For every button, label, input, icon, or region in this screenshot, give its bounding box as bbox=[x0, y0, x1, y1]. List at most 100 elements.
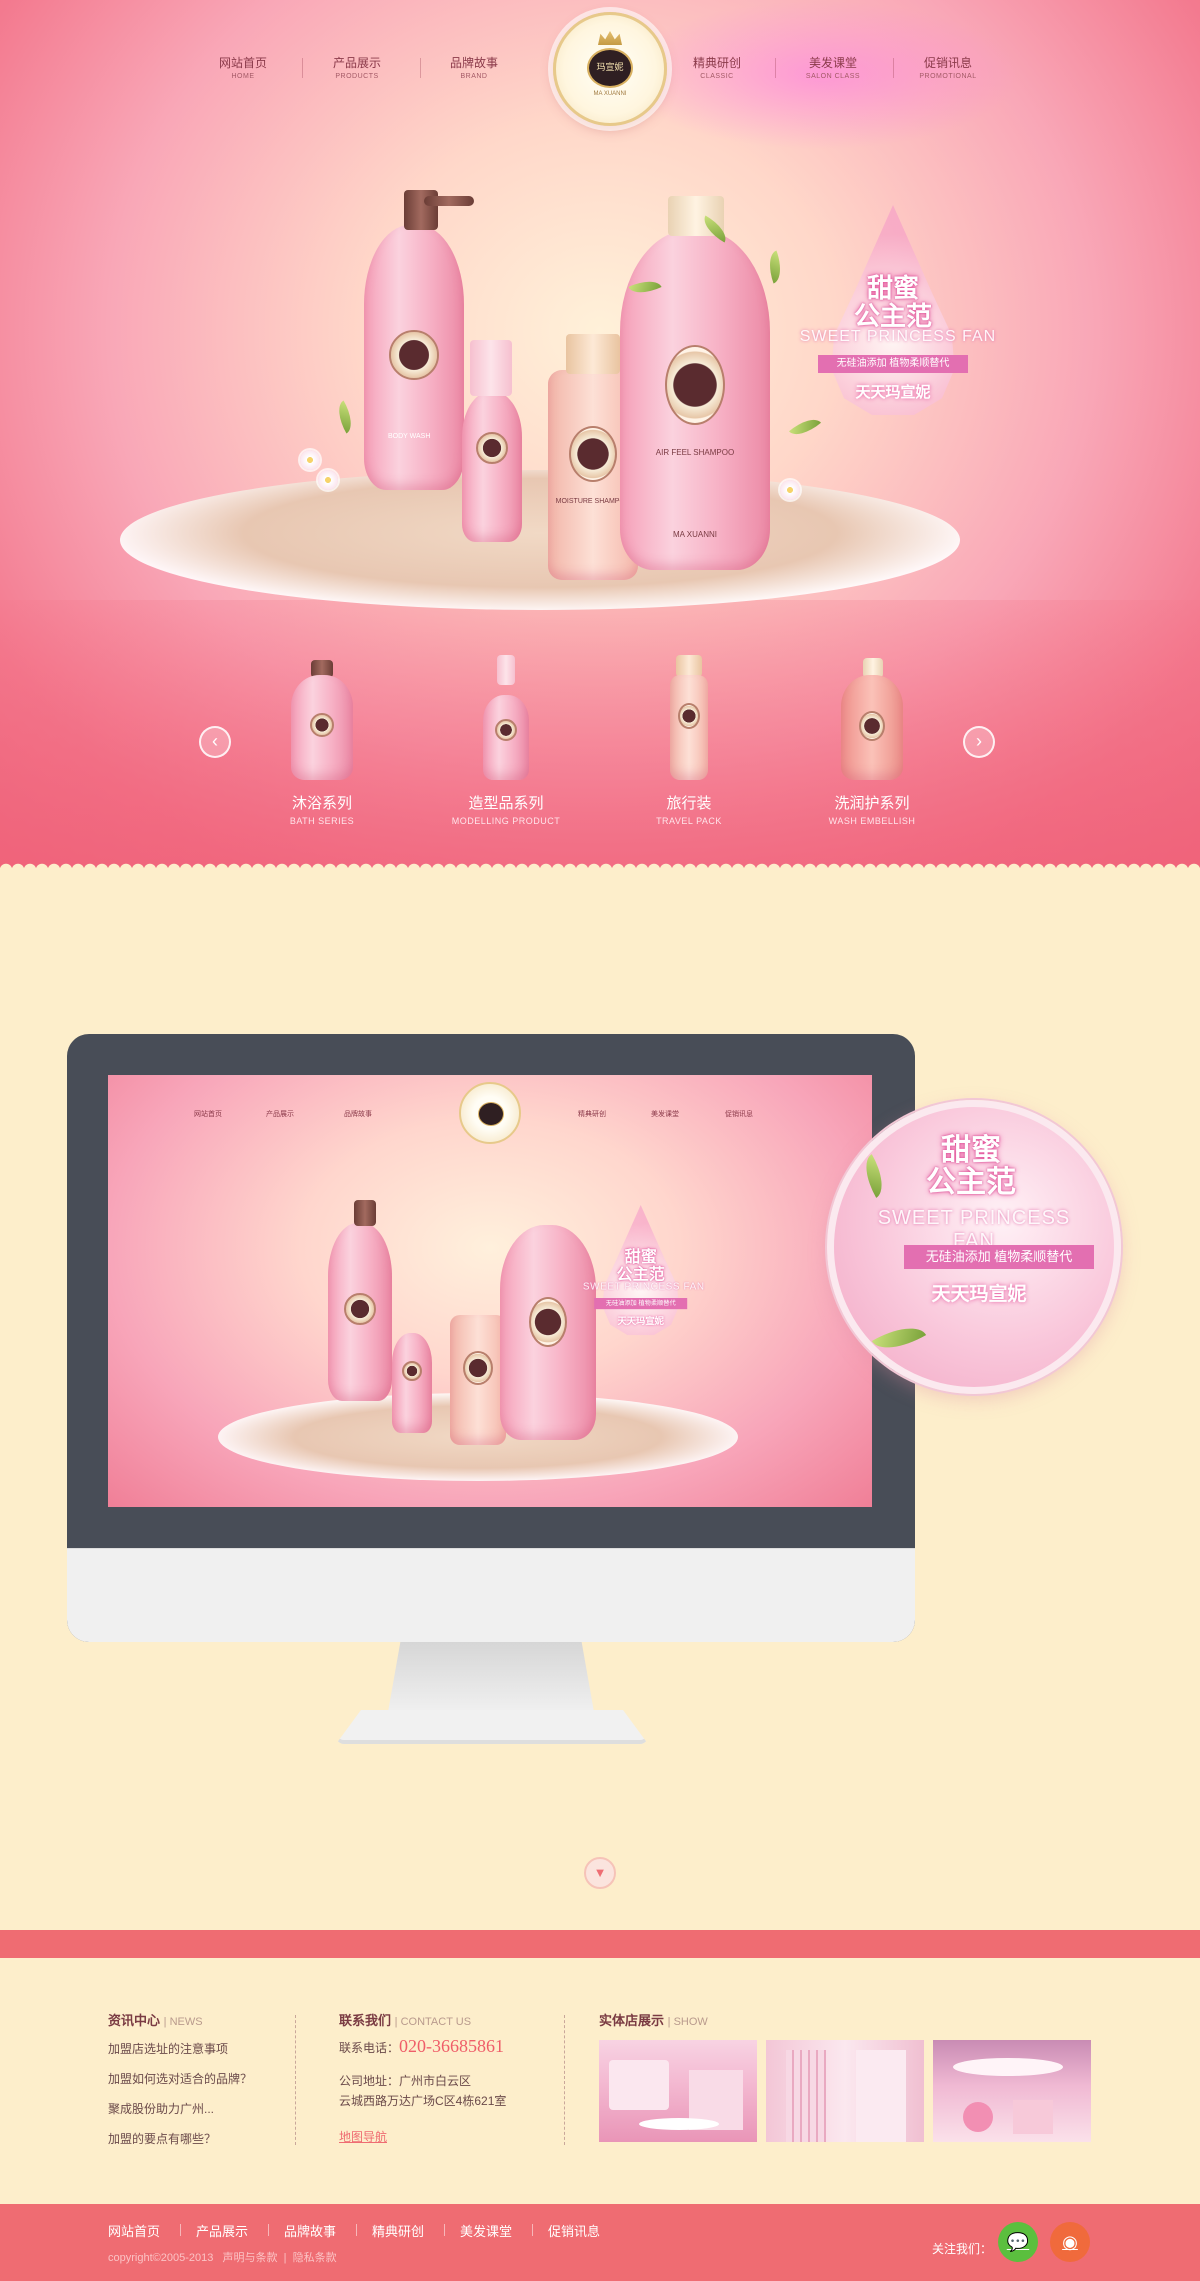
monitor-chin bbox=[67, 1548, 915, 1642]
chevron-right-icon: › bbox=[976, 731, 982, 751]
nav-salon-class[interactable]: 美发课堂 SALON CLASS bbox=[773, 54, 893, 80]
news-link[interactable]: 加盟的要点有哪些？ bbox=[108, 2130, 216, 2147]
footer-nav-classic[interactable]: 精典研创 bbox=[372, 2221, 424, 2240]
monitor-mockup: 网站首页 产品展示 品牌故事 精典研创 美发课堂 促销讯息 甜蜜 公主范 SWEE… bbox=[67, 1034, 915, 1642]
nav-products-label: 产品展示 bbox=[332, 56, 381, 70]
leaf-decoration bbox=[789, 411, 821, 443]
footer-nav-salon-class[interactable]: 美发课堂 bbox=[460, 2221, 512, 2240]
footer-nav-brand[interactable]: 品牌故事 bbox=[284, 2221, 336, 2240]
screen-promo-drop: 甜蜜 公主范 SWEET PRINCESS FAN 无硅油添加 植物柔顺替代 天天… bbox=[583, 1205, 704, 1336]
contact-address-line1: 公司地址：广州市白云区 bbox=[339, 2074, 472, 2088]
bottle-label: BODY WASH bbox=[388, 433, 431, 440]
product-subname: MODELLING PRODUCT bbox=[451, 816, 561, 826]
promo-title: 甜蜜 公主范 bbox=[808, 275, 978, 331]
footer-nav-divider bbox=[444, 2224, 445, 2236]
footer-nav-promotional[interactable]: 促销讯息 bbox=[548, 2221, 600, 2240]
promo-english: SWEET PRINCESS FAN bbox=[799, 328, 997, 345]
show-title-en: SHOW bbox=[673, 2016, 708, 2028]
product-name: 沐浴系列 bbox=[291, 795, 352, 812]
nav-classic[interactable]: 精典研创 CLASSIC bbox=[657, 54, 777, 80]
product-thumbnail bbox=[475, 655, 537, 780]
wechat-button[interactable]: 💬 bbox=[998, 2222, 1038, 2262]
leaf-decoration bbox=[763, 250, 787, 284]
footer-nav-home[interactable]: 网站首页 bbox=[108, 2221, 160, 2240]
flower-decoration bbox=[780, 480, 800, 500]
news-title: 资讯中心 | NEWS bbox=[108, 2013, 203, 2028]
shampoo-cap bbox=[566, 334, 620, 374]
privacy-link[interactable]: 隐私条款 bbox=[293, 2252, 337, 2264]
pump-nozzle bbox=[424, 196, 474, 206]
product-card-modelling[interactable]: 造型品系列 MODELLING PRODUCT bbox=[431, 655, 581, 826]
nav-promotional-sublabel: PROMOTIONAL bbox=[919, 73, 977, 80]
contact-phone: 联系电话：020-36685861 bbox=[339, 2036, 504, 2057]
product-name: 洗润护系列 bbox=[834, 795, 910, 812]
nav-products[interactable]: 产品展示 PRODUCTS bbox=[297, 54, 417, 80]
map-navigation-link[interactable]: 地图导航 bbox=[339, 2128, 387, 2145]
product-name: 旅行装 bbox=[666, 795, 712, 812]
chevron-down-icon: ▼ bbox=[593, 1865, 607, 1880]
news-link[interactable]: 加盟店选址的注意事项 bbox=[108, 2040, 228, 2057]
zoom-promo-title: 甜蜜 公主范 bbox=[926, 1133, 1016, 1200]
nav-home-label: 网站首页 bbox=[218, 56, 267, 70]
body-wash-bottle: BODY WASH bbox=[364, 225, 464, 490]
nav-brand-sublabel: BRAND bbox=[460, 73, 488, 80]
weibo-button[interactable]: ◉ bbox=[1050, 2222, 1090, 2262]
bottle-brand-label: MA XUANNI bbox=[672, 530, 717, 539]
news-link[interactable]: 加盟如何选对适合的品牌？ bbox=[108, 2070, 252, 2087]
bottle-emblem bbox=[476, 432, 508, 464]
column-divider bbox=[295, 2015, 296, 2145]
nav-promotional[interactable]: 促销讯息 PROMOTIONAL bbox=[888, 54, 1008, 80]
carousel-prev-button[interactable]: ‹ bbox=[199, 726, 231, 758]
product-card-wash[interactable]: 洗润护系列 WASH EMBELLISH bbox=[797, 655, 947, 826]
wechat-icon: 💬 bbox=[1006, 2232, 1030, 2252]
store-photo[interactable] bbox=[933, 2040, 1091, 2142]
copyright-text: copyright©2005-2013 bbox=[108, 2252, 214, 2264]
crown-icon bbox=[598, 31, 622, 45]
store-photo[interactable] bbox=[599, 2040, 757, 2142]
screen-promo-slogan: 天天玛宣妮 bbox=[617, 1315, 664, 1327]
show-title: 实体店展示 | SHOW bbox=[599, 2013, 708, 2028]
bottle-emblem bbox=[665, 345, 725, 425]
product-thumbnail bbox=[658, 655, 720, 780]
hero-banner: 网站首页 HOME 产品展示 PRODUCTS 品牌故事 BRAND 玛宣妮 M… bbox=[0, 0, 1200, 870]
footer-nav-divider bbox=[532, 2224, 533, 2236]
carousel-next-button[interactable]: › bbox=[963, 726, 995, 758]
top-navigation: 网站首页 HOME 产品展示 PRODUCTS 品牌故事 BRAND 玛宣妮 M… bbox=[0, 0, 1200, 126]
nav-classic-sublabel: CLASSIC bbox=[700, 73, 734, 80]
nav-home[interactable]: 网站首页 HOME bbox=[183, 54, 303, 80]
terms-link[interactable]: 声明与条款 bbox=[223, 2252, 278, 2264]
hero-water bbox=[0, 600, 1200, 870]
copyright: copyright©2005-2013 声明与条款 | 隐私条款 bbox=[108, 2252, 337, 2264]
nav-promotional-label: 促销讯息 bbox=[923, 56, 972, 70]
footer-nav-products[interactable]: 产品展示 bbox=[196, 2221, 248, 2240]
screen-bottle bbox=[500, 1225, 596, 1440]
footer-nav-divider bbox=[180, 2224, 181, 2236]
nav-salon-class-label: 美发课堂 bbox=[808, 56, 857, 70]
screen-nav-item: 网站首页 bbox=[194, 1111, 222, 1118]
follow-us-label: 关注我们： bbox=[932, 2242, 993, 2256]
store-photo[interactable] bbox=[766, 2040, 924, 2142]
product-card-travel[interactable]: 旅行装 TRAVEL PACK bbox=[614, 655, 764, 826]
screen-nav-item: 美发课堂 bbox=[651, 1111, 679, 1118]
screen-promo-title: 甜蜜 公主范 bbox=[616, 1247, 665, 1284]
news-link[interactable]: 聚成股份助力广州... bbox=[108, 2100, 214, 2117]
product-thumbnail bbox=[291, 655, 353, 780]
weibo-icon: ◉ bbox=[1062, 2232, 1078, 2252]
brand-logo[interactable]: 玛宣妮 MA XUANNI bbox=[553, 12, 667, 126]
scroll-down-button[interactable]: ▼ bbox=[584, 1857, 616, 1889]
promo-slogan: 天天玛宣妮 bbox=[855, 384, 931, 401]
product-subname: WASH EMBELLISH bbox=[828, 816, 916, 826]
leaf-decoration bbox=[871, 1315, 927, 1361]
contact-title-en: CONTACT US bbox=[400, 2016, 472, 2028]
monitor-screen: 网站首页 产品展示 品牌故事 精典研创 美发课堂 促销讯息 甜蜜 公主范 SWEE… bbox=[108, 1075, 872, 1507]
nav-brand[interactable]: 品牌故事 BRAND bbox=[414, 54, 534, 80]
product-thumbnail bbox=[841, 655, 903, 780]
flower-decoration bbox=[318, 470, 338, 490]
nav-home-sublabel: HOME bbox=[231, 73, 255, 80]
lotion-pump bbox=[470, 340, 512, 396]
scallop-edge bbox=[0, 858, 1200, 870]
promo-title-line1: 甜蜜 bbox=[866, 274, 919, 304]
news-title-cn: 资讯中心 bbox=[108, 2013, 161, 2028]
product-card-bath[interactable]: 沐浴系列 BATH SERIES bbox=[247, 655, 397, 826]
nav-brand-label: 品牌故事 bbox=[449, 56, 498, 70]
